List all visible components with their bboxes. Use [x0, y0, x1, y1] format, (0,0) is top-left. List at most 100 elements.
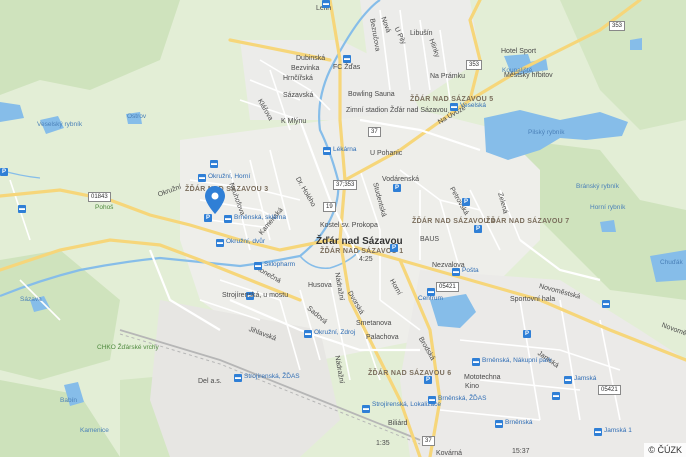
- bus-stop-icon[interactable]: ▬: [552, 392, 560, 400]
- bus-stop-icon[interactable]: ▬: [472, 358, 480, 366]
- bus-stop-icon[interactable]: ▬: [18, 205, 26, 213]
- street-label: K Mlýnu: [281, 118, 307, 125]
- street-label: Sázavská: [283, 92, 314, 99]
- road-shield: 01843: [88, 192, 111, 202]
- poi-label[interactable]: Brněnská, sklárna: [234, 214, 286, 222]
- road-shield: 37: [422, 436, 435, 446]
- place-label: Del a.s.: [198, 378, 222, 385]
- poi-label[interactable]: U Pohanic: [370, 150, 402, 157]
- road-shield: 05421: [598, 385, 621, 395]
- water-label: Chuďák: [660, 259, 683, 266]
- poi-label[interactable]: Kostel sv. Prokopa: [320, 222, 378, 229]
- parking-icon[interactable]: P: [523, 330, 531, 338]
- water-label: Babín: [60, 397, 77, 404]
- street-label: Libušín: [410, 30, 433, 37]
- poi-label[interactable]: Jamská: [574, 375, 596, 383]
- street-label: Vodárenská: [382, 176, 419, 183]
- bus-stop-icon[interactable]: ▬: [210, 160, 218, 168]
- road-shield: 37;353: [333, 180, 358, 190]
- district-label: ŽĎÁR NAD SÁZAVOU 4: [412, 218, 496, 225]
- road-shield: 19: [323, 202, 336, 212]
- parking-icon[interactable]: P: [204, 214, 212, 222]
- bus-stop-icon[interactable]: ▬: [304, 330, 312, 338]
- poi-label[interactable]: Městský hřbitov: [504, 72, 553, 79]
- poi-label[interactable]: Strojírenská, ŽĎAS: [244, 373, 300, 381]
- poi-label[interactable]: Brněnská, Nákupní park: [482, 357, 552, 365]
- poi-label[interactable]: BAUS: [420, 236, 439, 243]
- street-label: Dubinská: [296, 55, 326, 62]
- road-shield: 353: [609, 21, 626, 31]
- poi-label[interactable]: Okružní, Horní: [208, 173, 250, 181]
- bus-stop-icon[interactable]: ▬: [495, 420, 503, 428]
- bus-stop-icon[interactable]: ▬: [428, 396, 436, 404]
- bus-stop-icon[interactable]: ▬: [323, 147, 331, 155]
- location-pin-icon[interactable]: [205, 186, 225, 214]
- bus-stop-icon[interactable]: ▬: [198, 174, 206, 182]
- poi-label[interactable]: Okružní, dvůr: [226, 238, 265, 246]
- water-label: Pilský rybník: [528, 129, 565, 136]
- poi-label[interactable]: Brněnská: [505, 419, 532, 427]
- map-canvas[interactable]: ŽĎÁR NAD SÁZAVOU 5 ŽĎÁR NAD SÁZAVOU 3 ŽĎ…: [0, 0, 686, 457]
- bus-stop-icon[interactable]: ▬: [322, 0, 330, 8]
- poi-label[interactable]: Jamská 1: [604, 427, 632, 435]
- water-label: Kamenice: [80, 427, 109, 434]
- poi-label[interactable]: Zimní stadion Žďár nad Sázavou: [346, 107, 448, 114]
- bus-stop-icon[interactable]: ▬: [450, 103, 458, 111]
- water-label: Horní rybník: [590, 204, 626, 211]
- district-label: ŽĎÁR NAD SÁZAVOU 7: [486, 218, 570, 225]
- water-label: Veselský rybník: [37, 121, 83, 128]
- water-label: Ostrov: [127, 113, 147, 120]
- poi-label[interactable]: Pošta: [462, 267, 479, 275]
- poi-label[interactable]: Okružní, Zdroj: [314, 329, 355, 337]
- street-label: Na Prámku: [430, 73, 466, 80]
- road-shield: 05421: [436, 282, 459, 292]
- street-label: Kovárná: [436, 450, 463, 457]
- district-label: ŽĎÁR NAD SÁZAVOU 3: [185, 186, 269, 193]
- poi-label[interactable]: Sportovní hala: [510, 296, 555, 303]
- place-label: CHKO Žďárské vrchy: [97, 344, 159, 351]
- poi-label[interactable]: Kino: [465, 383, 479, 390]
- bus-stop-icon[interactable]: ▬: [216, 239, 224, 247]
- poi-label[interactable]: Strojírenská, u mostu: [222, 292, 288, 299]
- parking-icon[interactable]: P: [0, 168, 8, 176]
- poi-label: 4:25: [359, 256, 373, 263]
- bus-stop-icon[interactable]: ▬: [602, 300, 610, 308]
- road-shield: 353: [466, 60, 483, 70]
- place-label: Pohoš: [95, 204, 114, 211]
- parking-icon[interactable]: P: [462, 198, 470, 206]
- street-label: Hrnčířská: [283, 75, 313, 82]
- street-label: Palachova: [366, 334, 399, 341]
- poi-label[interactable]: Bowling Sauna: [348, 91, 395, 98]
- bus-stop-icon[interactable]: ▬: [234, 374, 242, 382]
- bus-stop-icon[interactable]: ▬: [452, 268, 460, 276]
- road-shield: 37: [368, 127, 381, 137]
- bus-stop-icon[interactable]: ▬: [594, 428, 602, 436]
- water-label: Bránský rybník: [576, 183, 619, 190]
- poi-label[interactable]: Brněnská, ŽĎAS: [438, 395, 486, 403]
- copyright-notice: © ČÚZK: [644, 443, 686, 457]
- bus-stop-icon[interactable]: ▬: [564, 376, 572, 384]
- poi-label: 1:35: [376, 440, 390, 447]
- street-label: Husova: [308, 282, 332, 289]
- bus-stop-icon[interactable]: ▬: [224, 215, 232, 223]
- poi-label[interactable]: Lékárna: [333, 146, 357, 154]
- street-label: Smetanova: [356, 320, 392, 327]
- parking-icon[interactable]: P: [393, 184, 401, 192]
- parking-icon[interactable]: P: [390, 244, 398, 252]
- poi-label[interactable]: Biliárd: [388, 420, 407, 427]
- bus-stop-icon[interactable]: ▬: [254, 262, 262, 270]
- bus-stop-icon[interactable]: ▬: [343, 55, 351, 63]
- street-label: Bezvinka: [291, 65, 320, 72]
- poi-label[interactable]: Mototechna: [464, 374, 501, 381]
- poi-label[interactable]: Sklopharm: [264, 261, 295, 269]
- poi-label[interactable]: Veselská: [460, 102, 486, 110]
- bus-stop-icon[interactable]: ▬: [362, 405, 370, 413]
- poi-label[interactable]: FC Žďas: [333, 64, 360, 71]
- water-label: Sázava: [20, 296, 42, 303]
- district-label: ŽĎÁR NAD SÁZAVOU 6: [368, 370, 452, 377]
- poi-label: 15:37: [512, 448, 530, 455]
- parking-icon[interactable]: P: [474, 225, 482, 233]
- poi-label[interactable]: Hotel Sport: [501, 48, 536, 55]
- poi-label[interactable]: Centrum: [418, 295, 443, 303]
- parking-icon[interactable]: P: [424, 376, 432, 384]
